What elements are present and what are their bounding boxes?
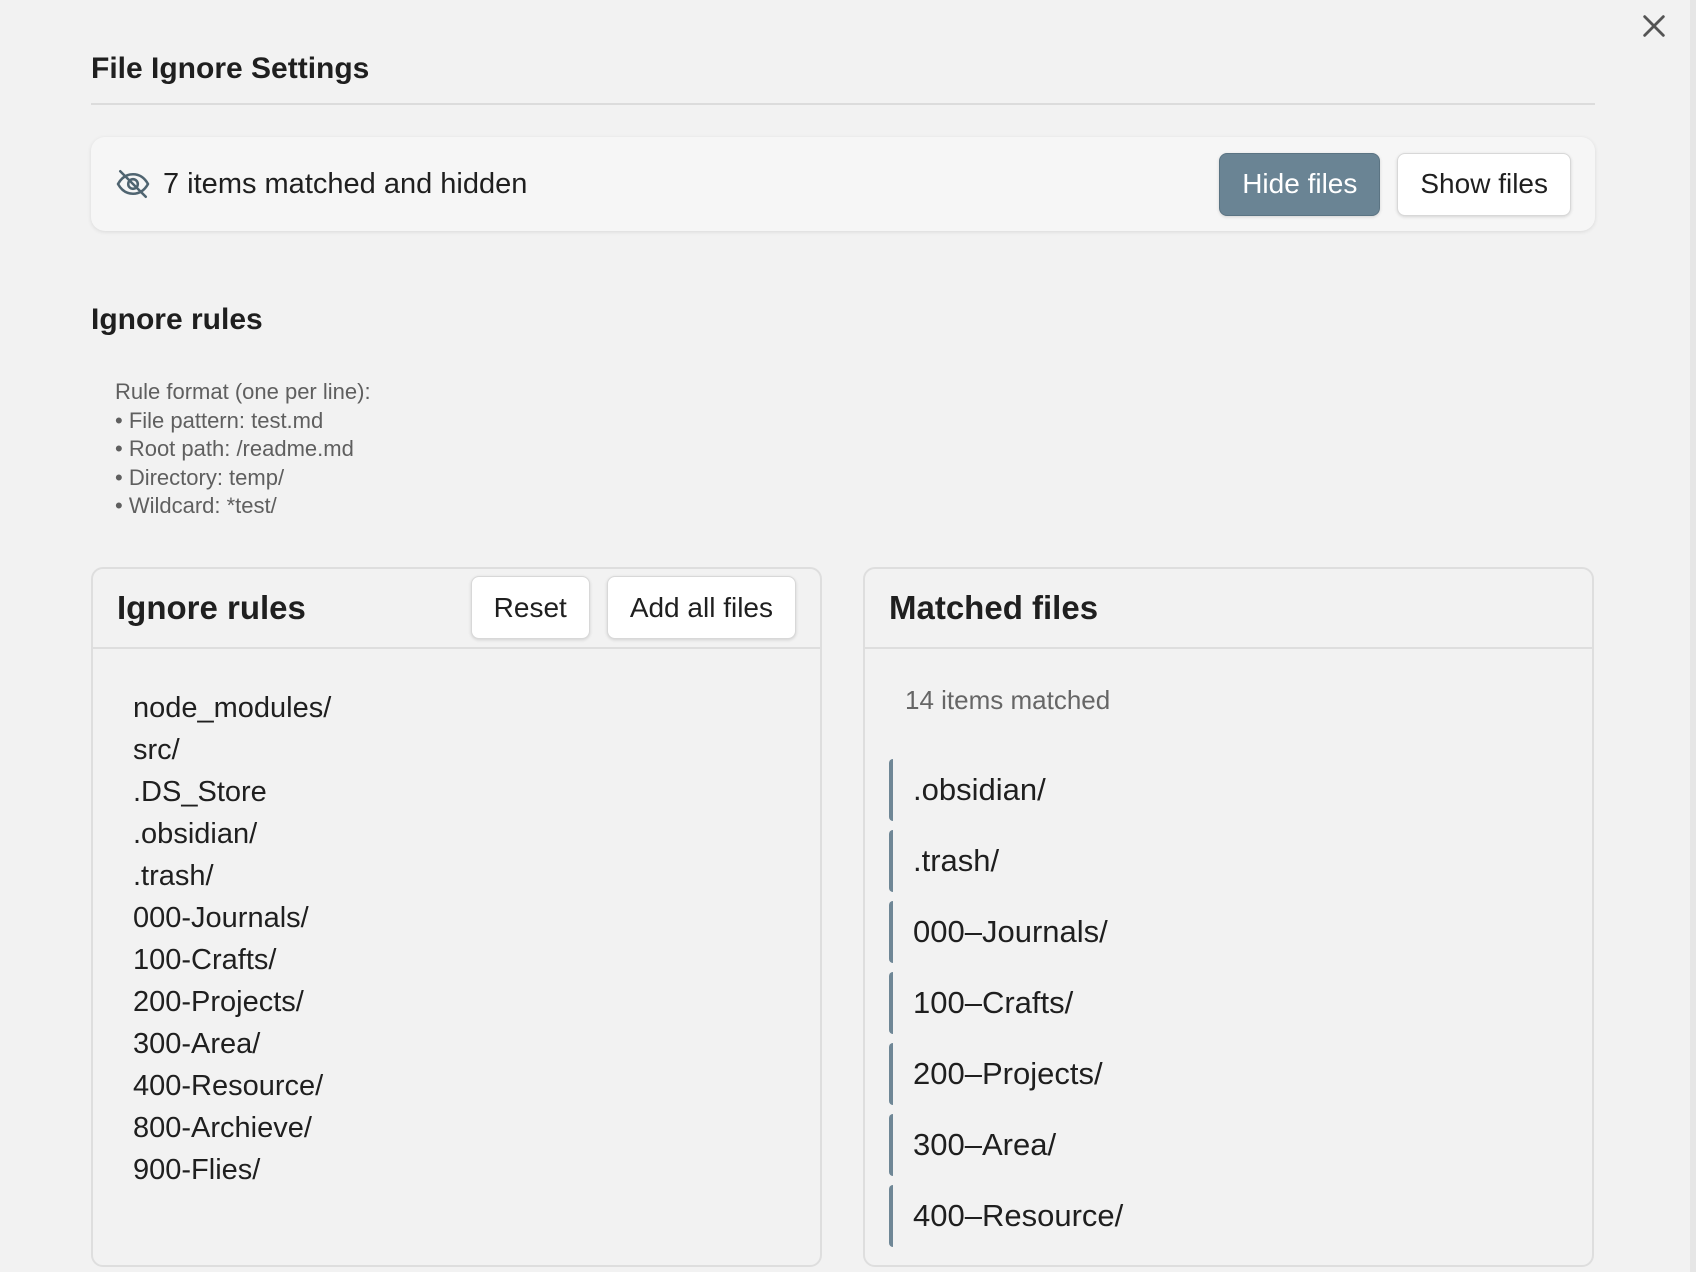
- show-files-button[interactable]: Show files: [1397, 152, 1571, 216]
- matched-file-item: 100–Crafts/: [889, 971, 1592, 1034]
- ignore-rules-panel-header: Ignore rules Reset Add all files: [93, 569, 820, 649]
- ignore-rules-panel: Ignore rules Reset Add all files node_mo…: [91, 566, 822, 1267]
- close-button[interactable]: [1634, 6, 1674, 46]
- matched-count: 14 items matched: [905, 684, 1111, 715]
- section-heading-ignore-rules: Ignore rules: [91, 303, 263, 336]
- modal-content: File Ignore Settings 7 items matched and…: [91, 0, 1595, 1267]
- matched-files-list: .obsidian/ .trash/ 000–Journals/ 100–Cra…: [865, 737, 1592, 1247]
- rule-line: src/: [133, 733, 180, 766]
- rule-line: .trash/: [133, 859, 214, 892]
- matched-file-item: 300–Area/: [889, 1113, 1592, 1176]
- ignore-rules-panel-title: Ignore rules: [117, 588, 306, 626]
- ignore-rules-editor[interactable]: node_modules/ src/ .DS_Store .obsidian/ …: [93, 649, 820, 1191]
- reset-button[interactable]: Reset: [470, 576, 590, 640]
- rule-line: 000-Journals/: [133, 901, 309, 934]
- hide-files-button[interactable]: Hide files: [1219, 152, 1381, 216]
- close-icon: [1643, 15, 1665, 37]
- help-line: Rule format (one per line):: [115, 379, 371, 404]
- panels: Ignore rules Reset Add all files node_mo…: [91, 566, 1595, 1267]
- matched-files-panel-title: Matched files: [889, 588, 1099, 626]
- file-ignore-settings-modal: File Ignore Settings 7 items matched and…: [0, 0, 1696, 1272]
- modal-title: File Ignore Settings: [91, 0, 1595, 105]
- matched-file-item: .trash/: [889, 829, 1592, 892]
- rule-line: .obsidian/: [133, 817, 258, 850]
- help-line: • File pattern: test.md: [115, 407, 324, 433]
- matched-file-item: .obsidian/: [889, 758, 1592, 821]
- rule-format-help: Rule format (one per line): • File patte…: [115, 378, 1595, 521]
- scrollbar[interactable]: [1690, 0, 1696, 1272]
- rule-line: .DS_Store: [133, 775, 267, 808]
- matched-file-item: 000–Journals/: [889, 900, 1592, 963]
- matched-files-panel: Matched files 14 items matched .obsidian…: [863, 566, 1594, 1267]
- rule-line: 400-Resource/: [133, 1069, 324, 1102]
- matched-files-panel-header: Matched files: [865, 569, 1592, 649]
- help-line: • Wildcard: *test/: [115, 493, 277, 519]
- add-all-files-button[interactable]: Add all files: [606, 576, 796, 640]
- matched-file-item: 200–Projects/: [889, 1042, 1592, 1105]
- rule-line: node_modules/: [133, 691, 332, 724]
- rule-line: 900-Flies/: [133, 1153, 261, 1186]
- status-card: 7 items matched and hidden Hide files Sh…: [91, 137, 1595, 231]
- rule-line: 200-Projects/: [133, 985, 304, 1018]
- eye-off-icon: [115, 166, 151, 202]
- status-text: 7 items matched and hidden: [163, 167, 528, 200]
- matched-file-item: 400–Resource/: [889, 1184, 1592, 1247]
- rule-line: 800-Archieve/: [133, 1111, 312, 1144]
- help-line: • Root path: /readme.md: [115, 436, 354, 462]
- help-line: • Directory: temp/: [115, 464, 285, 490]
- rule-line: 100-Crafts/: [133, 943, 277, 976]
- rule-line: 300-Area/: [133, 1027, 261, 1060]
